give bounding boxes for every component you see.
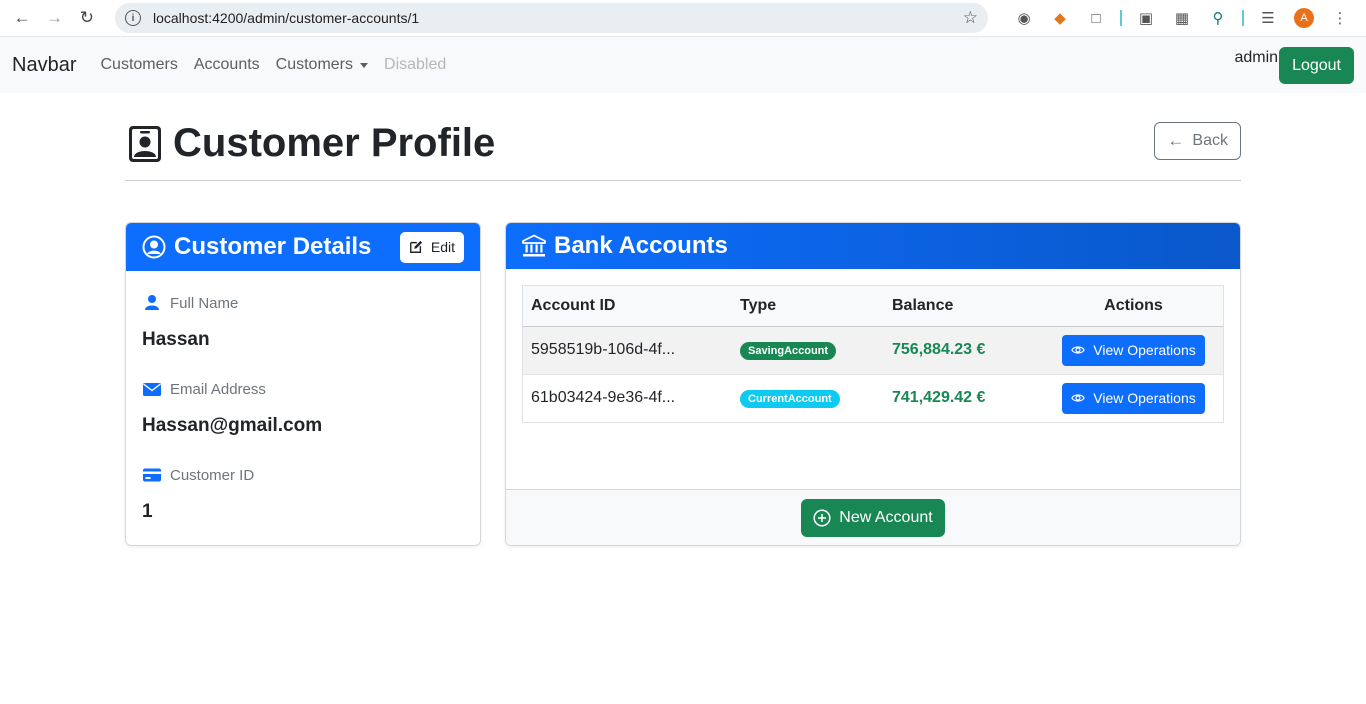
actions-cell: View Operations (1044, 326, 1223, 375)
full-name-label: Full Name (170, 294, 239, 312)
account-id-cell: 5958519b-106d-4f... (523, 326, 732, 375)
navbar-user-area: admin Logout (1234, 47, 1354, 84)
fox-extension-icon[interactable]: ◆ (1042, 4, 1078, 32)
view-operations-label: View Operations (1093, 390, 1196, 407)
person-circle-icon (142, 235, 166, 259)
column-header-type: Type (732, 286, 884, 327)
account-id-cell: 61b03424-9e36-4f... (531, 389, 676, 407)
media-queue-icon[interactable]: ☰ (1250, 4, 1286, 32)
accounts-table-wrapper: Account ID Type Balance Actions 5958519b… (522, 285, 1224, 423)
email-value: Hassan@gmail.com (142, 415, 323, 436)
reload-icon[interactable]: ↻ (73, 3, 101, 33)
nav-dropdown-customers[interactable]: Customers (275, 56, 369, 74)
profile-avatar[interactable]: A (1286, 4, 1322, 32)
toolbar-divider (1241, 10, 1244, 26)
detail-label-row: Full Name (142, 293, 238, 313)
view-operations-button[interactable]: View Operations (1062, 382, 1205, 414)
detail-label-row: Email Address (142, 379, 322, 399)
column-header-actions: Actions (1044, 286, 1223, 327)
table-header-row: Account ID Type Balance Actions (523, 286, 1223, 327)
detail-email: Email Address Hassan@gmail.com (142, 379, 322, 437)
person-icon (145, 295, 159, 310)
toolbar-divider (1119, 10, 1122, 26)
credit-card-icon (143, 468, 161, 482)
bank-accounts-title: Bank Accounts (554, 232, 728, 259)
customer-id-label: Customer ID (170, 466, 255, 484)
customer-details-header: Customer Details Edit (126, 223, 480, 271)
arrow-left-icon: ← (1167, 131, 1185, 150)
bank-accounts-card: Bank Accounts Account ID Type Balance Ac… (505, 222, 1241, 546)
bank-icon (522, 234, 546, 257)
camera-icon[interactable]: ◉ (1006, 4, 1042, 32)
caret-down-icon (360, 62, 369, 68)
key-icon[interactable]: ⚲ (1200, 4, 1236, 32)
balance-cell: 756,884.23 € (884, 326, 1044, 375)
plus-circle-icon (813, 508, 831, 527)
page-title-text: Customer Profile (173, 121, 496, 165)
back-arrow-icon[interactable]: ← (8, 3, 36, 33)
type-cell: SavingAccount (732, 326, 884, 375)
table-row: 61b03424-9e36-4f... CurrentAccount 741,4… (523, 374, 1223, 422)
account-type-badge: SavingAccount (740, 341, 837, 360)
balance-cell: 741,429.42 € (892, 389, 986, 407)
envelope-icon (143, 383, 161, 396)
forward-arrow-icon[interactable]: → (40, 3, 68, 33)
page-container: Customer Profile ← Back Customer Details… (125, 93, 1241, 546)
new-account-label: New Account (839, 508, 933, 526)
site-info-icon[interactable]: i (124, 10, 141, 26)
nav-link-accounts[interactable]: Accounts (194, 56, 260, 74)
avatar[interactable]: A (1293, 8, 1314, 28)
full-name-value: Hassan (142, 329, 210, 350)
app-navbar: Navbar Customers Accounts Customers Disa… (0, 37, 1366, 93)
view-operations-button[interactable]: View Operations (1062, 334, 1205, 366)
eye-icon (1071, 394, 1086, 402)
address-bar[interactable]: i localhost:4200/admin/customer-accounts… (114, 3, 988, 33)
logout-button[interactable]: Logout (1279, 47, 1354, 84)
url-text[interactable]: localhost:4200/admin/customer-accounts/1 (153, 10, 963, 26)
person-badge-icon (129, 125, 161, 162)
page-header: Customer Profile ← Back (125, 93, 1241, 181)
edit-button[interactable]: Edit (399, 231, 464, 263)
puzzle-extension-icon[interactable]: □ (1078, 4, 1114, 32)
back-button-label: Back (1192, 132, 1228, 149)
view-operations-label: View Operations (1093, 342, 1196, 358)
nav-dropdown-label: Customers (275, 56, 354, 73)
translate-icon[interactable]: ▦ (1164, 4, 1200, 32)
browser-toolbar: ← → ↻ i localhost:4200/admin/customer-ac… (0, 0, 1366, 37)
bank-accounts-header: Bank Accounts (506, 223, 1240, 269)
eye-icon (1071, 346, 1086, 354)
pencil-square-icon (409, 240, 422, 253)
email-label: Email Address (170, 380, 266, 398)
accounts-table: Account ID Type Balance Actions 5958519b… (523, 286, 1223, 422)
bank-accounts-footer: New Account (506, 489, 1240, 545)
nav-link-disabled: Disabled (384, 56, 447, 73)
edit-button-label: Edit (430, 239, 455, 255)
actions-cell: View Operations (1044, 374, 1223, 422)
table-row: 5958519b-106d-4f... SavingAccount 756,88… (523, 326, 1223, 375)
kebab-menu-icon[interactable]: ⋮ (1322, 4, 1358, 32)
screenshot-icon[interactable]: ▣ (1128, 4, 1164, 32)
type-cell: CurrentAccount (732, 374, 884, 422)
detail-label-row: Customer ID (142, 465, 254, 485)
customer-details-card: Customer Details Edit Full Name Hassan E… (125, 222, 481, 546)
new-account-button[interactable]: New Account (801, 498, 945, 537)
account-type-badge: CurrentAccount (740, 389, 840, 408)
page-title: Customer Profile (125, 121, 495, 166)
detail-customer-id: Customer ID 1 (142, 465, 254, 523)
bookmark-star-icon[interactable]: ☆ (963, 8, 978, 28)
column-header-balance: Balance (884, 286, 1044, 327)
navbar-brand[interactable]: Navbar (12, 54, 76, 77)
customer-details-title: Customer Details (174, 233, 372, 260)
column-header-account-id: Account ID (523, 286, 732, 327)
detail-full-name: Full Name Hassan (142, 293, 238, 351)
current-user: admin (1234, 49, 1279, 66)
customer-id-value: 1 (142, 501, 153, 522)
nav-link-customers[interactable]: Customers (100, 56, 177, 74)
back-button[interactable]: ← Back (1154, 122, 1241, 160)
